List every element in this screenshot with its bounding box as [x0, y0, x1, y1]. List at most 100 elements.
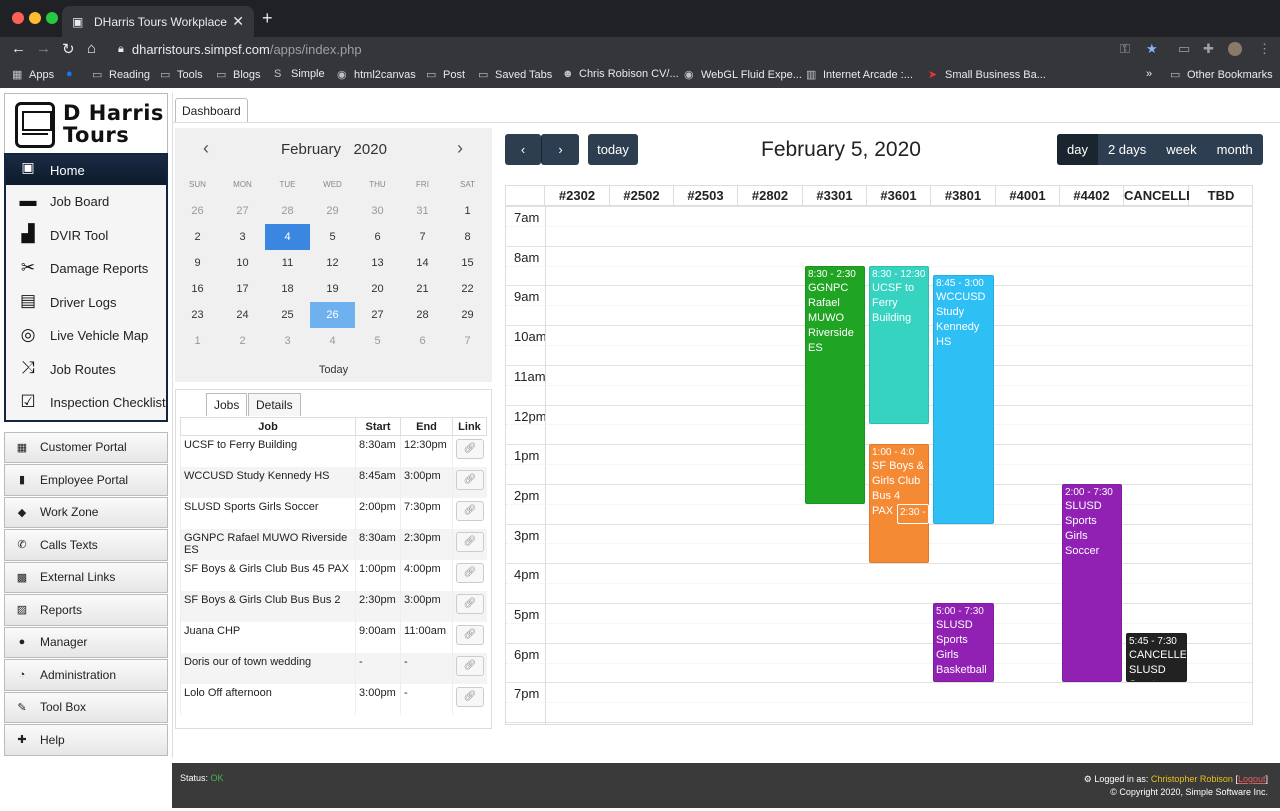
day-cell[interactable]: 27 — [220, 198, 265, 224]
close-tab-icon[interactable]: ✕ — [232, 13, 244, 30]
day-cell[interactable]: 5 — [355, 328, 400, 354]
table-row[interactable]: SLUSD Sports Girls Soccer 2:00pm 7:30pm 🔗︎ — [179, 497, 487, 529]
view-month[interactable]: month — [1207, 134, 1263, 165]
nav-damage-reports[interactable]: ✂ Damage Reports — [6, 252, 166, 286]
day-cell[interactable]: 26 — [310, 302, 355, 328]
day-cell[interactable]: 11 — [265, 250, 310, 276]
home-icon[interactable]: ⌂ — [87, 40, 96, 57]
day-cell[interactable]: 16 — [175, 276, 220, 302]
address-bar[interactable]: 🔒︎ dharristours.simpsf.com/apps/index.ph… — [110, 37, 1110, 61]
link-icon[interactable]: 🔗︎ — [455, 593, 484, 614]
table-row[interactable]: Lolo Off afternoon 3:00pm - 🔗︎ — [179, 683, 487, 715]
nav-job-board[interactable]: ▬ Job Board — [6, 185, 166, 219]
bookmark-tools[interactable]: ▭ Tools — [160, 68, 203, 81]
table-row[interactable]: GGNPC Rafael MUWO Riverside ES 8:30am 2:30… — [179, 528, 487, 560]
day-cell[interactable]: 10 — [220, 250, 265, 276]
cal-today-button[interactable]: today — [588, 134, 638, 165]
mini-cal-prev-icon[interactable]: ‹ — [203, 138, 209, 159]
bookmark-simple[interactable]: S Simple — [274, 68, 325, 80]
nav-home[interactable]: ▣ Home — [6, 155, 166, 185]
gear-icon[interactable]: ⚙ — [1084, 774, 1092, 784]
view-2-days[interactable]: 2 days — [1098, 134, 1156, 165]
nav-inspection-checklist[interactable]: ☑ Inspection Checklist — [6, 386, 166, 420]
day-cell[interactable]: 8 — [445, 224, 490, 250]
link-icon[interactable]: 🔗︎ — [455, 500, 484, 521]
day-cell[interactable]: 1 — [175, 328, 220, 354]
link-icon[interactable]: 🔗︎ — [455, 531, 484, 552]
browser-tab[interactable]: ▣ DHarris Tours Workplace ✕ — [62, 6, 254, 37]
day-cell[interactable]: 15 — [445, 250, 490, 276]
link-icon[interactable]: 🔗︎ — [455, 686, 484, 707]
calendar-event[interactable]: 8:30 - 12:30 UCSF to Ferry Building — [869, 265, 929, 425]
link-icon[interactable]: 🔗︎ — [455, 624, 484, 645]
user-name[interactable]: Christopher Robison — [1151, 774, 1233, 784]
new-tab-icon[interactable]: + — [262, 8, 273, 29]
day-cell[interactable]: 2 — [220, 328, 265, 354]
bookmark-webgl[interactable]: ◉ WebGL Fluid Expe... — [684, 68, 802, 81]
day-cell[interactable]: 21 — [400, 276, 445, 302]
minimize-window-icon[interactable] — [29, 12, 41, 24]
day-cell[interactable]: 29 — [445, 302, 490, 328]
day-cell[interactable]: 20 — [355, 276, 400, 302]
day-cell[interactable]: 2 — [175, 224, 220, 250]
bookmark-small-business[interactable]: ➤ Small Business Ba... — [928, 68, 1046, 81]
forward-icon[interactable]: → — [36, 40, 51, 57]
day-cell[interactable]: 17 — [220, 276, 265, 302]
link-icon[interactable]: 🔗︎ — [455, 562, 484, 583]
nav-job-routes[interactable]: ⤨ Job Routes — [6, 353, 166, 387]
bookmark-cv[interactable]: ☻ Chris Robison CV/... — [562, 68, 679, 80]
other-bookmarks[interactable]: ▭ Other Bookmarks — [1170, 68, 1273, 81]
bookmark-post[interactable]: ▭ Post — [426, 68, 465, 81]
day-cell[interactable]: 12 — [310, 250, 355, 276]
bookmark-apps[interactable]: ▦ Apps — [12, 68, 54, 81]
extensions-icon[interactable]: ✚ — [1203, 41, 1214, 57]
view-day[interactable]: day — [1057, 134, 1098, 165]
calendar-event[interactable]: 5:45 - 7:30CANCELLED SLUSD Sports Girls — [1126, 632, 1187, 683]
section-tool-box[interactable]: ✎ Tool Box — [4, 691, 168, 723]
menu-icon[interactable]: ⋮ — [1258, 41, 1271, 57]
star-icon[interactable]: ★ — [1146, 41, 1158, 57]
calendar-event[interactable]: 5:00 - 7:30 SLUSD Sports Girls Basketball — [933, 603, 994, 683]
reload-icon[interactable]: ↻ — [62, 40, 75, 58]
table-row[interactable]: Doris our of town wedding - - 🔗︎ — [179, 652, 487, 684]
mini-cal-today-button[interactable]: Today — [175, 364, 492, 376]
cast-icon[interactable]: ▭ — [1178, 41, 1190, 57]
day-cell[interactable]: 4 — [310, 328, 355, 354]
day-cell[interactable]: 3 — [220, 224, 265, 250]
bookmark-internet-arcade[interactable]: ▥ Internet Arcade :... — [806, 68, 913, 81]
profile-avatar[interactable] — [1228, 42, 1242, 56]
calendar-event[interactable]: 8:45 - 3:00 WCCUSD Study Kennedy HS — [933, 275, 994, 524]
bookmark-saved-tabs[interactable]: ▭ Saved Tabs — [478, 68, 552, 81]
day-cell[interactable]: 24 — [220, 302, 265, 328]
section-help[interactable]: ✚ Help — [4, 724, 168, 756]
cal-next-button[interactable]: › — [541, 134, 579, 165]
more-bookmarks[interactable]: » — [1146, 68, 1152, 80]
calendar-event-small[interactable]: 2:30 - — [897, 503, 929, 524]
day-cell[interactable]: 7 — [445, 328, 490, 354]
day-cell[interactable]: 31 — [400, 198, 445, 224]
calendar-event[interactable]: 2:00 - 7:30 SLUSD Sports Girls Soccer — [1062, 483, 1122, 683]
table-row[interactable]: Juana CHP 9:00am 11:00am 🔗︎ — [179, 621, 487, 653]
section-customer-portal[interactable]: ▦ Customer Portal — [4, 431, 168, 463]
day-cell[interactable]: 22 — [445, 276, 490, 302]
company-logo[interactable]: D Harris Tours — [4, 93, 168, 153]
close-window-icon[interactable] — [12, 12, 24, 24]
day-cell[interactable]: 1 — [445, 198, 490, 224]
day-cell[interactable]: 9 — [175, 250, 220, 276]
mini-cal-next-icon[interactable]: › — [457, 138, 463, 159]
section-work-zone[interactable]: ◆ Work Zone — [4, 496, 168, 528]
link-icon[interactable]: 🔗︎ — [455, 655, 484, 676]
nav-live-vehicle-map[interactable]: ◎ Live Vehicle Map — [6, 319, 166, 353]
day-cell[interactable]: 19 — [310, 276, 355, 302]
section-manager[interactable]: ● Manager — [4, 626, 168, 658]
key-icon[interactable]: ⚿ — [1120, 41, 1130, 57]
back-icon[interactable]: ← — [11, 40, 26, 57]
day-cell[interactable]: 30 — [355, 198, 400, 224]
bookmark-reading[interactable]: ▭ Reading — [92, 68, 150, 81]
day-cell[interactable]: 18 — [265, 276, 310, 302]
day-cell[interactable]: 14 — [400, 250, 445, 276]
table-row[interactable]: SF Boys & Girls Club Bus 45 PAX 1:00pm 4:0… — [179, 559, 487, 591]
day-cell[interactable]: 26 — [175, 198, 220, 224]
table-row[interactable]: WCCUSD Study Kennedy HS 8:45am 3:00pm 🔗︎ — [179, 466, 487, 498]
link-icon[interactable]: 🔗︎ — [455, 469, 484, 490]
